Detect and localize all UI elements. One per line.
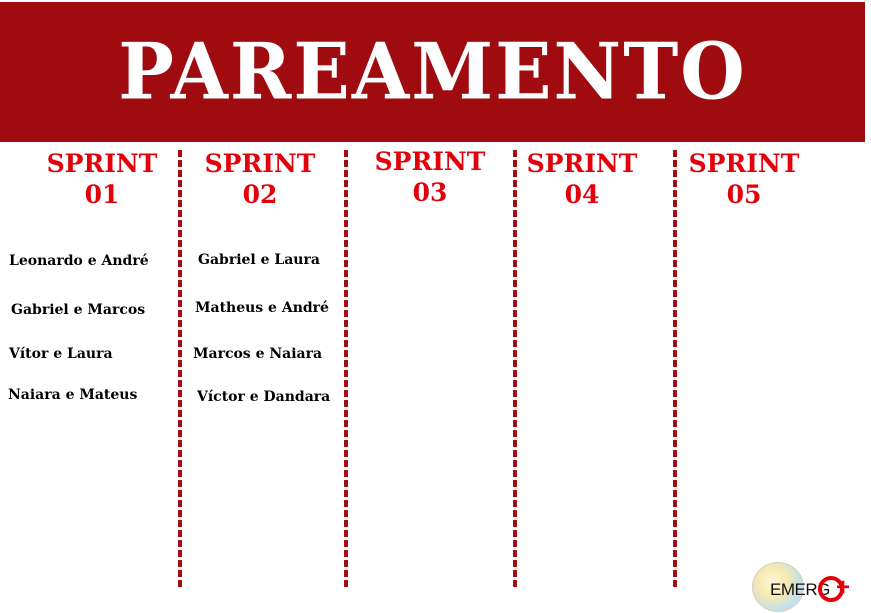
sprint-04-number: 04 — [564, 180, 600, 209]
sprint-05-number: 05 — [726, 180, 762, 209]
pair-item: Víctor e Dandara — [197, 389, 331, 405]
pair-item: Matheus e André — [195, 300, 329, 316]
column-divider — [178, 150, 182, 588]
sprint-01-heading: SPRINT 01 — [32, 148, 172, 210]
pair-item: Leonardo e André — [9, 253, 149, 269]
sprint-03-label: SPRINT — [374, 147, 486, 176]
plus-icon: + — [836, 574, 851, 601]
sprint-01-number: 01 — [84, 180, 120, 209]
column-divider — [513, 150, 517, 588]
page-title: PAREAMENTO — [118, 26, 747, 118]
emerg-logo: EMERG + — [748, 560, 863, 612]
pair-item: Vítor e Laura — [9, 346, 113, 362]
column-divider — [344, 150, 348, 588]
sprint-02-heading: SPRINT 02 — [190, 148, 330, 210]
sprint-05-label: SPRINT — [688, 149, 800, 178]
column-divider — [673, 150, 677, 588]
sprint-04-heading: SPRINT 04 — [512, 148, 652, 210]
sprint-04-label: SPRINT — [526, 149, 638, 178]
sprint-02-label: SPRINT — [204, 149, 316, 178]
title-banner: PAREAMENTO — [0, 2, 865, 142]
pair-item: Gabriel e Laura — [198, 252, 320, 268]
pair-item: Gabriel e Marcos — [11, 302, 146, 318]
sprint-05-heading: SPRINT 05 — [674, 148, 814, 210]
sprint-03-number: 03 — [412, 178, 448, 207]
pair-item: Naiara e Mateus — [8, 387, 138, 403]
sprint-01-label: SPRINT — [46, 149, 158, 178]
sprint-03-heading: SPRINT 03 — [360, 146, 500, 208]
pair-item: Marcos e Naiara — [193, 346, 323, 362]
sprint-02-number: 02 — [242, 180, 278, 209]
